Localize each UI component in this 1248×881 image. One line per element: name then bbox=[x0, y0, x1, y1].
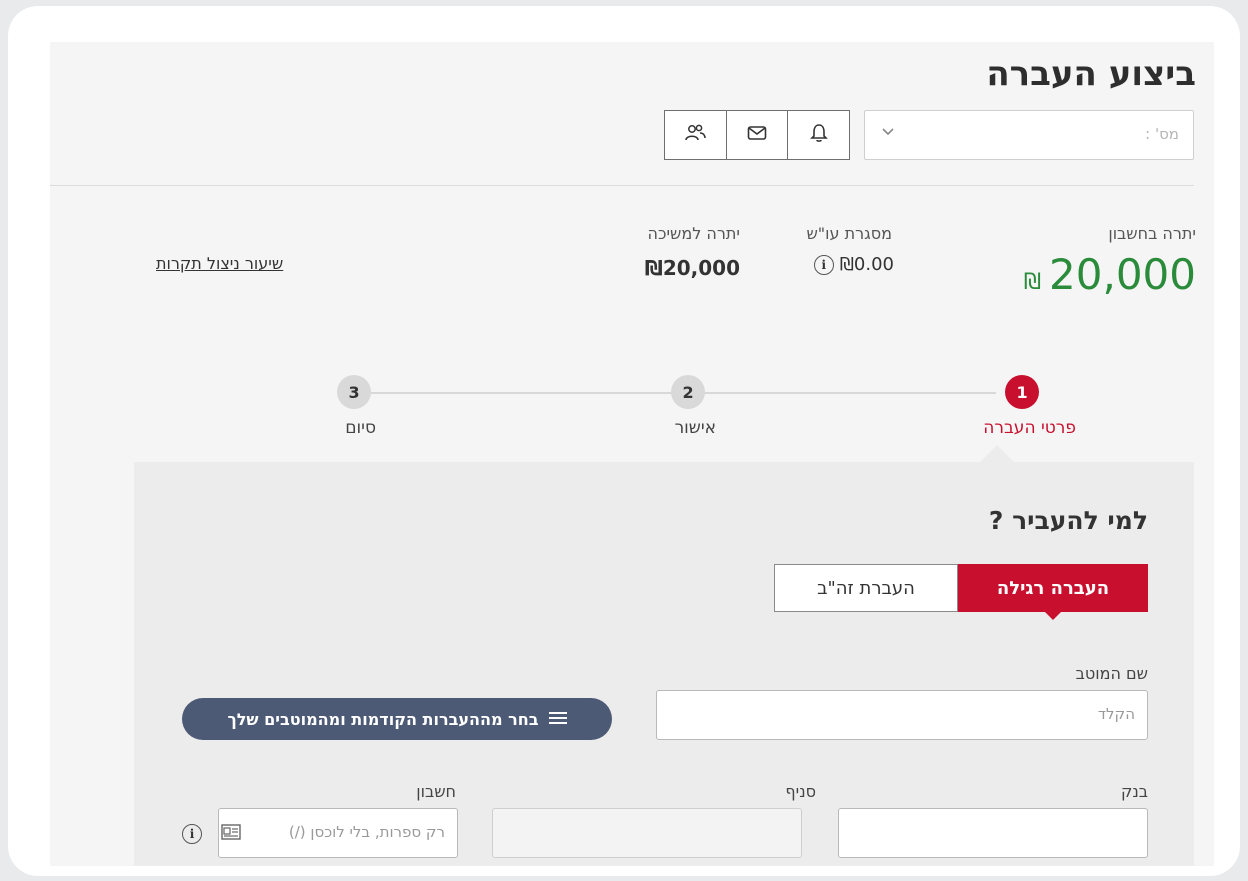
withdraw-label: יתרה למשיכה bbox=[647, 224, 740, 243]
choose-previous-button[interactable]: בחר מההעברות הקודמות ומהמוטבים שלך bbox=[182, 698, 612, 740]
tab-regular-transfer[interactable]: העברה רגילה bbox=[958, 564, 1148, 620]
mail-icon bbox=[747, 125, 767, 145]
transfer-screen: ביצוע העברה מס' : יתרה בחשבון 20,000 ₪ מ… bbox=[50, 42, 1214, 866]
choose-previous-label: בחר מההעברות הקודמות ומהמוטבים שלך bbox=[227, 709, 539, 729]
credit-utilization-link[interactable]: שיעור ניצול תקרות bbox=[156, 254, 283, 273]
stepper-line bbox=[342, 392, 996, 394]
step-3-label: סיום bbox=[345, 418, 376, 438]
mail-button[interactable] bbox=[727, 111, 789, 159]
account-select-placeholder: מס' : bbox=[1145, 125, 1179, 143]
bell-button[interactable] bbox=[788, 111, 849, 159]
beneficiary-label: שם המוטב bbox=[1075, 664, 1148, 683]
header-divider bbox=[50, 185, 1194, 186]
people-button[interactable] bbox=[665, 111, 727, 159]
account-select[interactable]: מס' : bbox=[864, 110, 1194, 160]
step-1-label: פרטי העברה bbox=[983, 418, 1076, 438]
account-balance-value: 20,000 bbox=[1049, 250, 1196, 299]
account-label: חשבון bbox=[416, 782, 456, 801]
overdraft-value: ₪0.00 bbox=[839, 254, 894, 275]
account-balance-label: יתרה בחשבון bbox=[1108, 224, 1196, 243]
info-icon[interactable]: i bbox=[813, 254, 834, 275]
people-icon bbox=[684, 123, 707, 147]
bank-label: בנק bbox=[1120, 782, 1148, 801]
step-3-circle: 3 bbox=[337, 375, 371, 409]
account-balance-currency: ₪ bbox=[1023, 270, 1042, 295]
overdraft-label: מסגרת עו"ש bbox=[806, 224, 892, 243]
page-title: ביצוע העברה bbox=[986, 54, 1196, 94]
account-placeholder: רק ספרות, בלי לוכסן (/) bbox=[288, 823, 445, 841]
section-title: למי להעביר ? bbox=[988, 506, 1148, 535]
step-2-label: אישור bbox=[674, 418, 716, 438]
step-2-circle: 2 bbox=[671, 375, 705, 409]
list-icon bbox=[548, 710, 567, 729]
account-input[interactable]: רק ספרות, בלי לוכסן (/) bbox=[218, 808, 458, 858]
branch-input[interactable] bbox=[492, 808, 802, 858]
bank-input[interactable] bbox=[838, 808, 1148, 858]
chevron-down-icon bbox=[881, 123, 895, 142]
action-icons bbox=[664, 110, 850, 160]
bell-icon bbox=[809, 123, 828, 147]
id-card-icon bbox=[221, 824, 241, 844]
account-info-icon[interactable]: i bbox=[182, 824, 202, 844]
branch-label: סניף bbox=[785, 782, 816, 801]
overdraft: ₪0.00 i bbox=[813, 254, 894, 275]
beneficiary-input[interactable]: הקלד bbox=[656, 690, 1148, 740]
withdraw-value: ₪20,000 bbox=[644, 256, 740, 280]
tab-zahav-transfer[interactable]: העברת זה"ב bbox=[774, 564, 958, 612]
transfer-type-tabs: העברה רגילה העברת זה"ב bbox=[774, 564, 1148, 620]
device-frame: ביצוע העברה מס' : יתרה בחשבון 20,000 ₪ מ… bbox=[8, 6, 1240, 876]
beneficiary-placeholder: הקלד bbox=[1097, 705, 1135, 723]
step-1-circle: 1 bbox=[1005, 375, 1039, 409]
account-balance: 20,000 ₪ bbox=[1024, 250, 1196, 299]
